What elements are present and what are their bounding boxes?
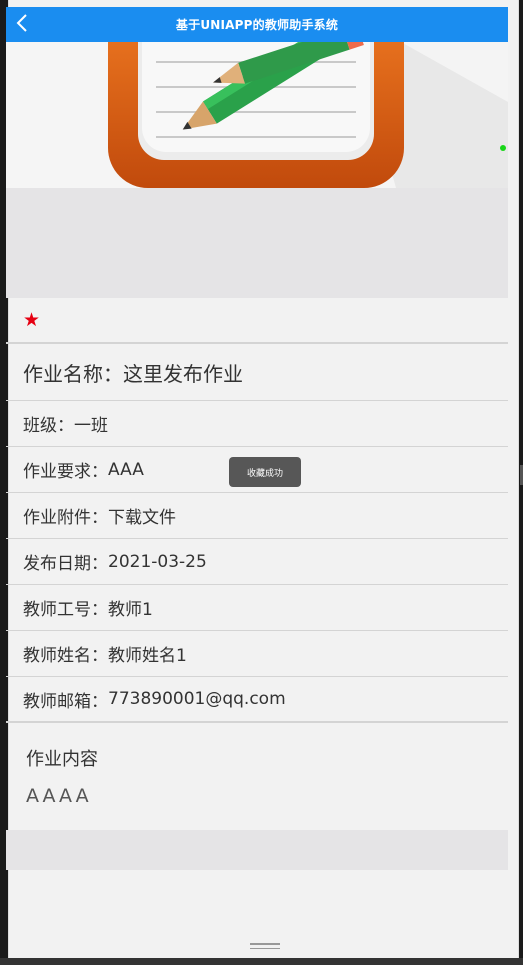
teacher-name-row: 教师姓名： 教师姓名1 [6,631,508,677]
field-label: 发布日期： [23,554,108,574]
content-text: AAAA [26,785,92,807]
toast-message: 收藏成功 [229,457,301,487]
star-icon[interactable]: ★ [23,310,40,330]
field-label: 作业要求： [23,462,108,482]
footer-spacer [6,830,508,870]
field-label: 教师邮箱： [23,691,108,712]
field-value: 教师姓名1 [108,646,187,666]
field-value: 2021-03-25 [108,551,207,572]
class-row: 班级： 一班 [6,401,508,447]
carousel-indicator[interactable] [500,145,506,151]
attachment-row: 作业附件： 下载文件 [6,493,508,539]
hero-carousel[interactable] [6,42,508,188]
navbar: 基于UNIAPP的教师助手系统 [6,7,508,42]
favorite-row: ★ [6,298,508,344]
field-value: AAA [108,459,144,480]
assignment-title-row: 作业名称：这里发布作业 [6,344,508,401]
content-title: 作业内容 [26,749,98,770]
detail-list: ★ 作业名称：这里发布作业 班级： 一班 作业要求： AAA 作业附件： 下载文件 发… [6,298,508,833]
notebook-pencil-app-icon [108,42,508,188]
page-title: 基于UNIAPP的教师助手系统 [175,18,339,32]
assignment-title: 作业名称：这里发布作业 [23,361,243,386]
field-label: 教师姓名： [23,646,108,666]
bottom-edge [0,958,523,965]
teacher-id-row: 教师工号： 教师1 [6,585,508,631]
field-value: 一班 [74,416,108,436]
chevron-left-icon[interactable] [16,13,28,36]
field-value: 教师1 [108,600,153,620]
field-label: 教师工号： [23,600,108,620]
date-row: 发布日期： 2021-03-25 [6,539,508,585]
field-value: 773890001@qq.com [108,689,286,709]
download-file-link[interactable]: 下载文件 [108,503,176,528]
content-section: 作业内容 AAAA [6,723,508,833]
banner-placeholder [6,188,508,298]
teacher-email-row: 教师邮箱： 773890001@qq.com [6,677,508,723]
field-label: 班级： [23,416,74,436]
field-label: 作业附件： [23,508,108,528]
drag-handle-icon[interactable] [250,943,280,951]
